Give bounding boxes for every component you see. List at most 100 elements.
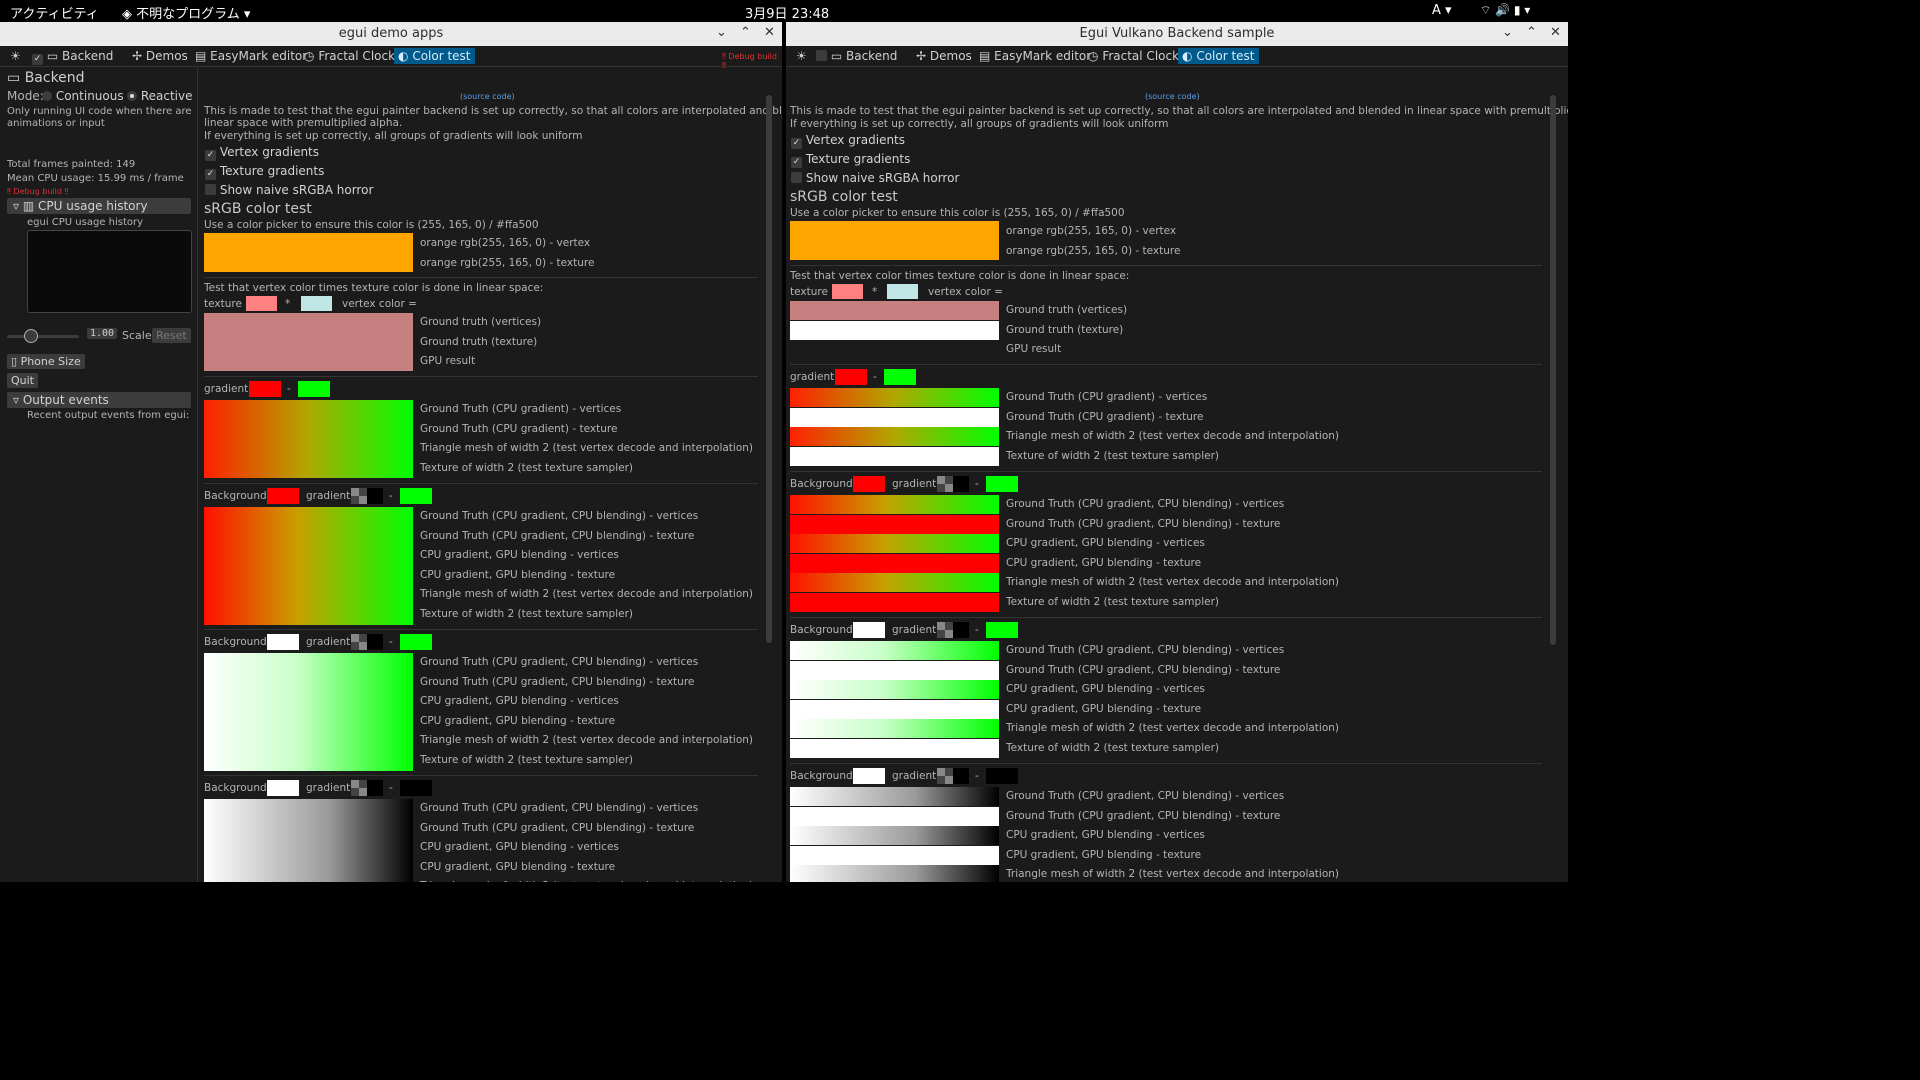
gradient-label: gradient bbox=[892, 624, 937, 636]
clock-icon: ◷ bbox=[304, 49, 315, 63]
texture-color-swatch[interactable] bbox=[832, 284, 863, 299]
background-swatch[interactable] bbox=[267, 780, 299, 796]
menu-easymark[interactable]: ▤ EasyMark editor bbox=[979, 49, 1091, 63]
scale-slider-track[interactable] bbox=[7, 335, 79, 338]
srgb-note: Use a color picker to ensure this color … bbox=[204, 219, 539, 231]
gradient-start-transparent-swatch[interactable] bbox=[937, 622, 969, 638]
gradient-start-transparent-swatch[interactable] bbox=[351, 780, 383, 796]
gradient-start-swatch[interactable] bbox=[835, 369, 867, 385]
vertex-color-swatch[interactable] bbox=[887, 284, 918, 299]
vertex-color-swatch[interactable] bbox=[301, 296, 332, 311]
reset-button[interactable]: Reset bbox=[152, 328, 191, 343]
menu-easymark[interactable]: ▤ EasyMark editor bbox=[195, 49, 307, 63]
source-code-link[interactable]: (source code) bbox=[460, 92, 515, 101]
gradient-start-transparent-swatch[interactable] bbox=[351, 488, 383, 504]
gradient-start-swatch[interactable] bbox=[249, 381, 281, 397]
background-label: Background: bbox=[790, 770, 857, 782]
minimize-icon[interactable]: ⌄ bbox=[716, 25, 727, 40]
theme-toggle-icon[interactable]: ☀ bbox=[796, 49, 807, 63]
cpu-history-plot[interactable] bbox=[27, 230, 192, 313]
white-bg-blend-gradient bbox=[204, 653, 413, 771]
document-icon: ▤ bbox=[979, 49, 991, 63]
close-icon[interactable]: ✕ bbox=[764, 25, 775, 40]
times-label: * bbox=[285, 298, 291, 310]
menu-backend[interactable]: ▭ Backend bbox=[816, 49, 897, 63]
color-test-panel: (source code) This is made to test that … bbox=[786, 67, 1568, 882]
gradient-row-2: Ground Truth (CPU gradient) - texture bbox=[1006, 411, 1204, 423]
blend-row-5: Triangle mesh of width 2 (test vertex de… bbox=[420, 588, 754, 600]
background-swatch[interactable] bbox=[853, 476, 885, 492]
blend-row-5: Triangle mesh of width 2 (test vertex de… bbox=[420, 880, 753, 882]
gradient-end-swatch[interactable] bbox=[400, 780, 432, 796]
palette-icon: ◐ bbox=[398, 49, 409, 63]
output-events-header[interactable]: ▿ Output events bbox=[7, 392, 191, 408]
texture-color-swatch[interactable] bbox=[246, 296, 277, 311]
theme-toggle-icon[interactable]: ☀ bbox=[10, 49, 21, 63]
texture-gradients-checkbox[interactable]: ✓ Texture gradients bbox=[791, 152, 910, 168]
blend-row-1: Ground Truth (CPU gradient, CPU blending… bbox=[420, 656, 699, 668]
intro-line-2: If everything is set up correctly, all g… bbox=[790, 118, 1169, 130]
scale-value-field[interactable]: 1.00 bbox=[87, 328, 118, 339]
gradient-end-swatch[interactable] bbox=[986, 768, 1018, 784]
gradient-strip bbox=[790, 787, 999, 806]
menu-color-test[interactable]: ◐ Color test bbox=[1178, 48, 1259, 64]
gradient-end-swatch[interactable] bbox=[986, 622, 1018, 638]
clock[interactable]: 3月9日 23:48 bbox=[745, 3, 829, 22]
naive-srgba-checkbox[interactable]: Show naive sRGBA horror bbox=[205, 183, 373, 197]
texture-gradients-checkbox[interactable]: ✓ Texture gradients bbox=[205, 164, 324, 180]
blend-row-4: CPU gradient, GPU blending - texture bbox=[1006, 703, 1202, 715]
mode-reactive-radio[interactable]: Reactive bbox=[127, 89, 192, 103]
menu-color-test[interactable]: ◐ Color test bbox=[394, 48, 475, 64]
gradient-start-transparent-swatch[interactable] bbox=[351, 634, 383, 650]
minimize-icon[interactable]: ⌄ bbox=[1502, 25, 1513, 40]
scale-slider-handle[interactable] bbox=[24, 329, 38, 343]
gradient-strip bbox=[790, 554, 999, 573]
quit-button[interactable]: Quit bbox=[7, 373, 38, 388]
maximize-icon[interactable]: ⌃ bbox=[740, 25, 751, 40]
scrollbar[interactable] bbox=[1550, 95, 1556, 645]
background-swatch[interactable] bbox=[853, 622, 885, 638]
srgb-title: sRGB color test bbox=[204, 201, 312, 217]
scrollbar[interactable] bbox=[766, 95, 772, 643]
gradient-end-swatch[interactable] bbox=[298, 381, 330, 397]
cpu-history-header[interactable]: ▿ ▥ CPU usage history bbox=[7, 198, 191, 214]
gradient-end-swatch[interactable] bbox=[986, 476, 1018, 492]
menu-demos[interactable]: ✢ Demos bbox=[132, 49, 188, 63]
background-swatch[interactable] bbox=[267, 488, 299, 504]
app-menu[interactable]: ◈ 不明なプログラム ▾ bbox=[122, 3, 250, 22]
input-method-indicator[interactable]: A ▾ bbox=[1432, 3, 1452, 18]
blend-row-5: Triangle mesh of width 2 (test vertex de… bbox=[1006, 868, 1340, 880]
gradient-row-1: Ground Truth (CPU gradient) - vertices bbox=[420, 403, 622, 415]
gradient-strip bbox=[790, 846, 999, 865]
phone-size-button[interactable]: ▯ Phone Size bbox=[7, 354, 85, 369]
gradient-label: gradient bbox=[306, 782, 351, 794]
gradient-start-transparent-swatch[interactable] bbox=[937, 768, 969, 784]
system-status-icons[interactable]: ⌔ 🔊 ▮ ▾ bbox=[1480, 3, 1530, 18]
vertex-color-label: vertex color = bbox=[928, 286, 1003, 298]
blend-row-2: Ground Truth (CPU gradient, CPU blending… bbox=[1006, 664, 1281, 676]
gradient-start-transparent-swatch[interactable] bbox=[937, 476, 969, 492]
source-code-link[interactable]: (source code) bbox=[1145, 92, 1200, 101]
background-swatch[interactable] bbox=[853, 768, 885, 784]
gradient-end-swatch[interactable] bbox=[400, 634, 432, 650]
orange-texture-label: orange rgb(255, 165, 0) - texture bbox=[1006, 245, 1181, 257]
menu-fractal-clock[interactable]: ◷ Fractal Clock bbox=[1088, 49, 1179, 63]
panel-title: ▭ Backend bbox=[7, 70, 85, 86]
maximize-icon[interactable]: ⌃ bbox=[1526, 25, 1537, 40]
close-icon[interactable]: ✕ bbox=[1550, 25, 1561, 40]
vertex-gradients-checkbox[interactable]: ✓ Vertex gradients bbox=[791, 133, 905, 149]
blend-row-3: CPU gradient, GPU blending - vertices bbox=[1006, 537, 1205, 549]
gradient-row-3: Triangle mesh of width 2 (test vertex de… bbox=[1006, 430, 1340, 442]
activities-button[interactable]: アクティビティ bbox=[10, 3, 99, 22]
menu-demos[interactable]: ✢ Demos bbox=[916, 49, 972, 63]
gradient-end-swatch[interactable] bbox=[884, 369, 916, 385]
gradient-end-swatch[interactable] bbox=[400, 488, 432, 504]
naive-srgba-checkbox[interactable]: Show naive sRGBA horror bbox=[791, 171, 959, 185]
vertex-gradients-checkbox[interactable]: ✓ Vertex gradients bbox=[205, 145, 319, 161]
blend-row-6: Texture of width 2 (test texture sampler… bbox=[420, 608, 633, 620]
mode-continuous-radio[interactable]: Continuous bbox=[42, 89, 124, 103]
menu-backend[interactable]: ✓ ▭ Backend bbox=[32, 49, 113, 65]
menu-fractal-clock[interactable]: ◷ Fractal Clock bbox=[304, 49, 395, 63]
blend-row-4: CPU gradient, GPU blending - texture bbox=[420, 569, 616, 581]
background-swatch[interactable] bbox=[267, 634, 299, 650]
